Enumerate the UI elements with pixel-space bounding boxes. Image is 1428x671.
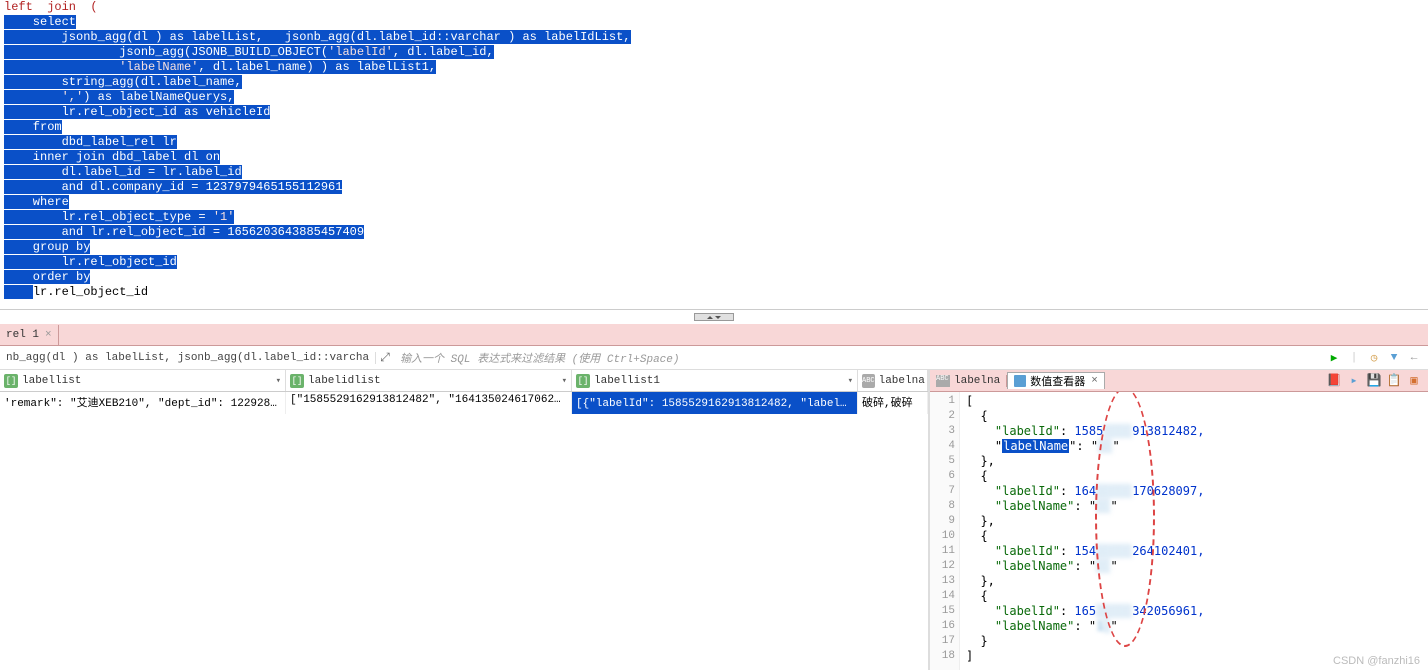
grid-headers: [] labellist ▾ [] labelidlist ▾ [] label…	[0, 370, 928, 392]
close-icon[interactable]: ×	[45, 329, 52, 341]
sql-editor[interactable]: left join ( select jsonb_agg(dl ) as lab…	[0, 0, 1428, 310]
copy-icon[interactable]: 📋	[1386, 373, 1402, 389]
filter-icon[interactable]: ▼	[1386, 350, 1402, 366]
export-icon[interactable]: ▣	[1406, 373, 1422, 389]
chevron-down-icon[interactable]: ▾	[848, 376, 853, 386]
chevron-down-icon[interactable]: ▾	[562, 376, 567, 386]
results-grid[interactable]: [] labellist ▾ [] labelidlist ▾ [] label…	[0, 370, 929, 670]
array-icon: []	[576, 374, 590, 388]
text-icon: ABC	[936, 375, 950, 387]
col-labelidlist[interactable]: [] labelidlist ▾	[286, 370, 572, 391]
value-viewer-pane: ABC labelna 数值查看器 × 📕 ▸ 💾 📋 ▣ 1234567891…	[929, 370, 1428, 670]
viewer-icon	[1014, 375, 1026, 387]
tab-rel1[interactable]: rel 1 ×	[0, 325, 59, 345]
pane-splitter[interactable]	[0, 310, 1428, 324]
col-labelname[interactable]: ABC labelna	[858, 370, 928, 391]
save-icon[interactable]: 💾	[1366, 373, 1382, 389]
splitter-handle-icon[interactable]	[694, 313, 734, 321]
array-icon: []	[290, 374, 304, 388]
filter-input[interactable]: 输入一个 SQL 表达式来过滤结果 (使用 Ctrl+Space)	[394, 350, 1320, 366]
sql-summary: nb_agg(dl ) as labelList, jsonb_agg(dl.l…	[0, 352, 376, 364]
tab-value-viewer[interactable]: 数值查看器 ×	[1007, 372, 1105, 389]
sql-line-0: left join (	[4, 0, 98, 14]
cell-labellist1[interactable]: [{"labelId": 1585529162913812482, "label…	[572, 392, 858, 414]
table-row[interactable]: 'remark": "艾迪XEB210", "dept_id": 1229281…	[0, 392, 928, 414]
col-labellist[interactable]: [] labellist ▾	[0, 370, 286, 391]
result-tabs-bar: rel 1 ×	[0, 324, 1428, 346]
divider-icon: |	[1346, 350, 1362, 366]
nav-icon[interactable]: ▸	[1346, 373, 1362, 389]
close-icon[interactable]: ×	[1091, 375, 1098, 387]
cell-labelidlist[interactable]: ["1585529162913812482", "164135024617062…	[286, 392, 572, 414]
array-icon: []	[4, 374, 18, 388]
back-icon[interactable]: ←	[1406, 350, 1422, 366]
cell-labelname[interactable]: 破碎,破碎	[858, 392, 928, 414]
results-row: [] labellist ▾ [] labelidlist ▾ [] label…	[0, 370, 1428, 670]
execute-icon[interactable]: ▶	[1326, 350, 1342, 366]
value-viewer-header: ABC labelna 数值查看器 × 📕 ▸ 💾 📋 ▣	[930, 370, 1428, 392]
value-column-label: ABC labelna	[930, 375, 1007, 387]
watermark: CSDN @fanzhi16	[1333, 655, 1420, 667]
line-numbers: 123456789101112131415161718	[930, 392, 960, 670]
filter-bar: nb_agg(dl ) as labelList, jsonb_agg(dl.l…	[0, 346, 1428, 370]
chevron-down-icon[interactable]: ▾	[276, 376, 281, 386]
sql-selection: select jsonb_agg(dl ) as labelList, json…	[4, 15, 631, 299]
json-content: [ { "labelId": 1585░░░░913812482, "label…	[960, 392, 1428, 670]
json-viewer[interactable]: 123456789101112131415161718 [ { "labelId…	[930, 392, 1428, 670]
cell-labellist[interactable]: 'remark": "艾迪XEB210", "dept_id": 1229281…	[0, 392, 286, 414]
book-icon[interactable]: 📕	[1326, 373, 1342, 389]
filter-toolbar: ▶ | ◷ ▼ ←	[1320, 350, 1428, 366]
value-viewer-toolbar: 📕 ▸ 💾 📋 ▣	[1320, 373, 1428, 389]
expand-icon[interactable]: ⤢	[376, 351, 394, 365]
text-icon: ABC	[862, 374, 875, 388]
col-labellist1[interactable]: [] labellist1 ▾	[572, 370, 858, 391]
history-icon[interactable]: ◷	[1366, 350, 1382, 366]
tab-label: rel 1	[6, 329, 39, 341]
